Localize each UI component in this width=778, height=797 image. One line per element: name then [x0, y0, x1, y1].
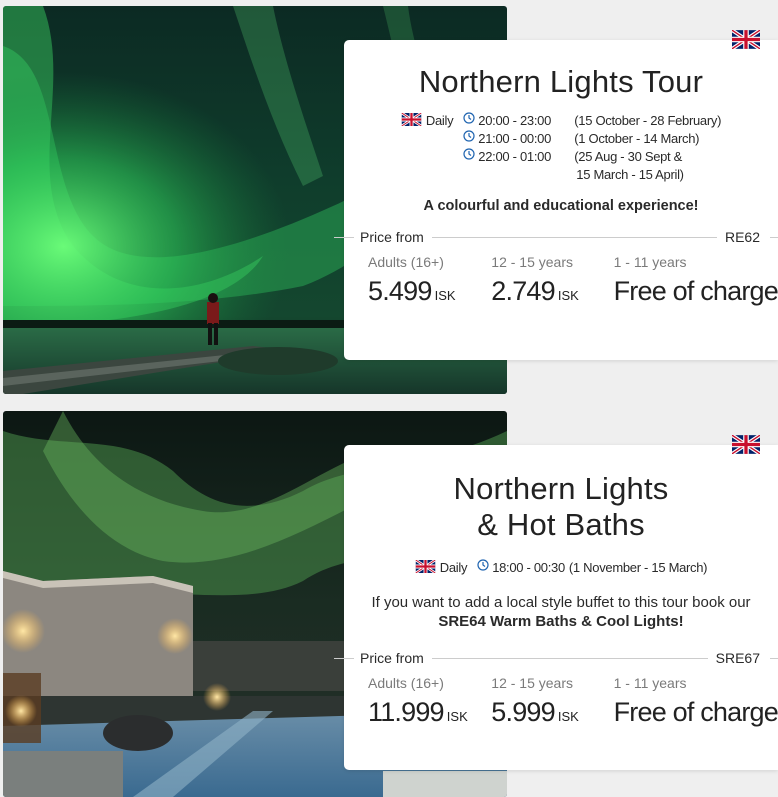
tour-card-hot-baths[interactable]: Northern Lights & Hot Baths Daily 18:00 … — [0, 405, 778, 797]
schedule: Daily 20:00 - 23:00 (15 October - 28 Feb… — [344, 112, 778, 184]
price-currency: ISK — [557, 288, 579, 303]
tour-code: RE62 — [724, 229, 760, 245]
price-amount: 2.749 ISK — [491, 276, 613, 307]
time-range: 22:00 - 01:00 — [478, 149, 551, 164]
divider — [770, 657, 778, 659]
price-number: 5.499 — [368, 276, 432, 306]
time-season: (15 October - 28 February) — [574, 113, 722, 128]
time-list: 20:00 - 23:00 (15 October - 28 February)… — [463, 112, 721, 184]
tour-title[interactable]: Northern Lights Tour — [344, 64, 778, 100]
price-adult: Adults (16+) 11.999 ISK — [368, 675, 491, 728]
time-row-continued: 15 March - 15 April) — [463, 166, 721, 184]
price-number: 2.749 — [491, 276, 555, 306]
tour-card-northern-lights[interactable]: Northern Lights Tour Daily 20:00 - 23:00… — [0, 0, 778, 400]
schedule-day: Daily — [414, 559, 468, 577]
time-season: (1 November - 15 March) — [568, 560, 708, 575]
price-category: 1 - 11 years — [613, 675, 687, 691]
time-range: 21:00 - 00:00 — [478, 131, 551, 146]
time-season: (1 October - 14 March) — [574, 131, 700, 146]
price-list: Adults (16+) 5.499 ISK 12 - 15 years 2.74… — [344, 254, 778, 307]
tour-code: SRE67 — [715, 650, 760, 666]
price-number: Free of charge — [613, 697, 778, 727]
price-teen: 12 - 15 years 5.999 ISK — [491, 675, 613, 728]
divider — [334, 236, 354, 238]
price-number: 5.999 — [491, 697, 555, 727]
price-amount: Free of charge — [614, 697, 778, 728]
tour-info-card: Northern Lights Tour Daily 20:00 - 23:00… — [334, 30, 778, 360]
price-number: 11.999 — [368, 697, 445, 727]
promo-text: If you want to add a local style buffet … — [344, 593, 778, 631]
tour-info-card: Northern Lights & Hot Baths Daily 18:00 … — [334, 435, 778, 770]
time-season: (25 Aug - 30 Sept & — [574, 149, 683, 164]
time-row: 18:00 - 00:30 (1 November - 15 March) — [477, 559, 708, 577]
clock-icon — [463, 112, 475, 124]
time-range: 20:00 - 23:00 — [478, 113, 551, 128]
time-list: 18:00 - 00:30 (1 November - 15 March) — [477, 559, 708, 577]
clock-icon — [477, 559, 489, 571]
tour-tagline: A colourful and educational experience! — [423, 198, 699, 214]
promo-sentence: If you want to add a local style buffet … — [371, 594, 751, 611]
divider — [431, 236, 717, 238]
price-amount: Free of charge — [614, 276, 778, 307]
clock-icon — [463, 148, 475, 160]
price-category: Adults (16+) — [368, 254, 444, 270]
price-list: Adults (16+) 11.999 ISK 12 - 15 years 5.9… — [344, 675, 778, 728]
price-category: Adults (16+) — [368, 675, 444, 691]
divider — [334, 657, 354, 659]
price-category: 1 - 11 years — [613, 254, 687, 270]
tour-title-line: & Hot Baths — [477, 507, 645, 542]
uk-flag-icon — [400, 113, 422, 126]
time-row: 22:00 - 01:00 (25 Aug - 30 Sept & — [463, 148, 721, 166]
price-number: Free of charge — [613, 276, 778, 306]
price-currency: ISK — [557, 709, 579, 724]
price-from-label: Price from — [360, 650, 424, 666]
divider — [431, 657, 708, 659]
time-season-continued: 15 March - 15 April) — [576, 167, 684, 182]
uk-flag-icon[interactable] — [732, 435, 760, 454]
time-range: 18:00 - 00:30 — [492, 560, 565, 575]
price-currency: ISK — [434, 288, 456, 303]
time-row: 21:00 - 00:00 (1 October - 14 March) — [463, 130, 721, 148]
price-category: 12 - 15 years — [491, 254, 573, 270]
tour-title-line: Northern Lights Tour — [418, 64, 704, 99]
price-child: 1 - 11 years Free of charge — [614, 254, 778, 307]
price-from-label: Price from — [360, 229, 424, 245]
price-child: 1 - 11 years Free of charge — [614, 675, 778, 728]
time-row: 20:00 - 23:00 (15 October - 28 February) — [463, 112, 721, 130]
price-amount: 5.999 ISK — [491, 697, 613, 728]
clock-icon — [463, 130, 475, 142]
uk-flag-icon[interactable] — [732, 30, 760, 49]
promo-link[interactable]: SRE64 Warm Baths & Cool Lights! — [438, 613, 683, 630]
price-teen: 12 - 15 years 2.749 ISK — [491, 254, 613, 307]
price-amount: 11.999 ISK — [368, 697, 491, 728]
price-header: Price from RE62 — [334, 228, 778, 246]
day-label: Daily — [425, 113, 454, 128]
price-currency: ISK — [446, 709, 468, 724]
tour-title[interactable]: Northern Lights & Hot Baths — [344, 471, 778, 543]
schedule: Daily 18:00 - 00:30 (1 November - 15 Mar… — [344, 559, 778, 577]
price-adult: Adults (16+) 5.499 ISK — [368, 254, 491, 307]
day-label: Daily — [439, 560, 468, 575]
schedule-day: Daily — [400, 112, 454, 184]
price-header: Price from SRE67 — [334, 649, 778, 667]
divider — [770, 236, 778, 238]
price-amount: 5.499 ISK — [368, 276, 491, 307]
uk-flag-icon — [414, 560, 436, 573]
price-category: 12 - 15 years — [491, 675, 573, 691]
tour-title-line: Northern Lights — [453, 471, 669, 506]
